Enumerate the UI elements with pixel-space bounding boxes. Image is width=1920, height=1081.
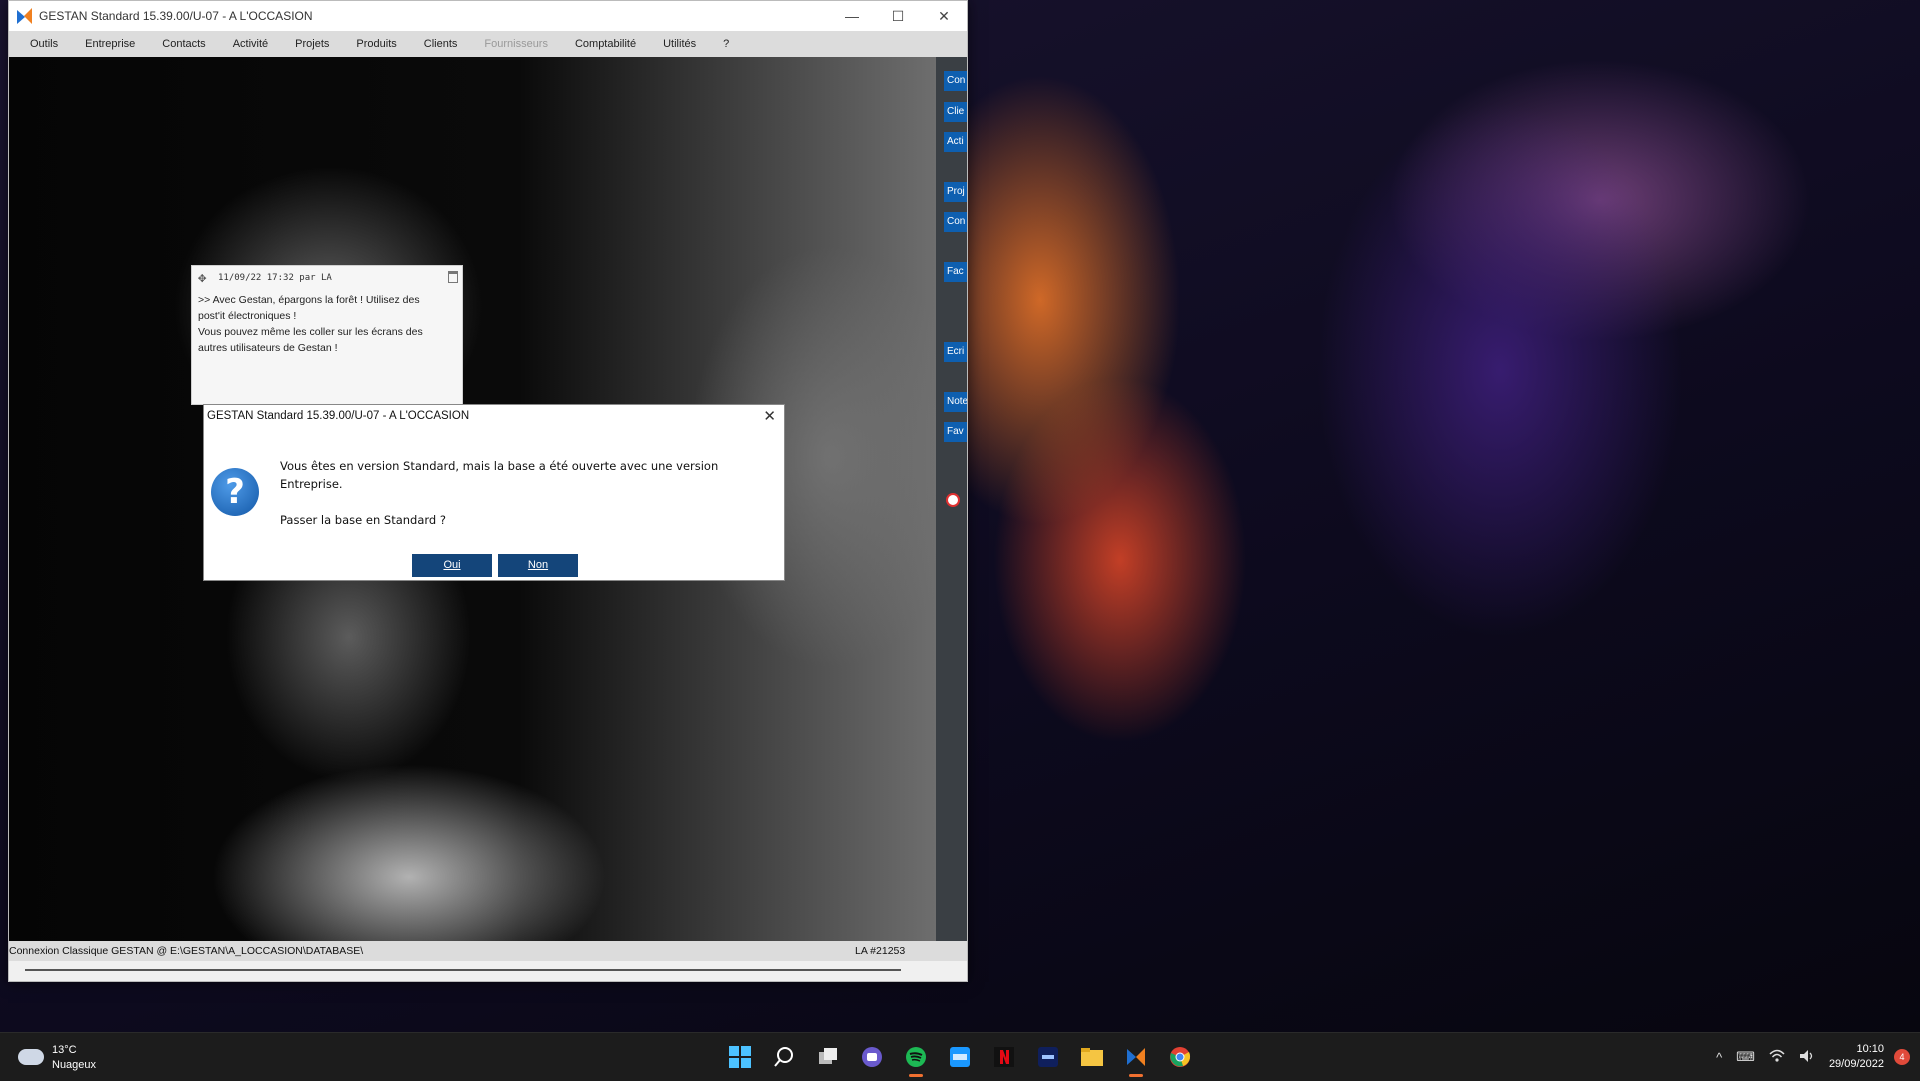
menu-outils[interactable]: Outils [17,38,72,50]
side-button-clients[interactable]: Clie [944,102,967,122]
weather-temp: 13°C [52,1044,77,1056]
note-date: 11/09/22 17:32 par LA [218,273,332,283]
keyboard-icon[interactable]: ⌨ [1736,1049,1755,1065]
dialog-question: Passer la base en Standard ? [280,513,446,527]
question-icon: ? [211,468,259,516]
chevron-up-icon[interactable]: ^ [1716,1050,1722,1065]
menu-contacts[interactable]: Contacts [149,38,219,50]
window-controls: — ☐ ✕ [829,1,967,31]
window-title: GESTAN Standard 15.39.00/U-07 - A L'OCCA… [39,9,313,23]
menu-clients[interactable]: Clients [411,38,472,50]
gestan-logo-icon [17,8,33,24]
close-window-button[interactable]: ✕ [921,1,967,31]
side-button-notes[interactable]: Note [944,392,967,412]
menu-help[interactable]: ? [710,38,743,50]
note-body: >> Avec Gestan, épargons la forêt ! Util… [192,290,462,358]
task-view-icon[interactable] [812,1041,844,1073]
note-line: Vous pouvez même les coller sur les écra… [198,326,423,338]
side-shortcut-panel: Con Clie Acti Proj Con Fac Ecri Note Fav [936,57,967,941]
maximize-button[interactable]: ☐ [875,1,921,31]
menu-activite[interactable]: Activité [220,38,282,50]
side-button-favoris[interactable]: Fav [944,422,967,442]
wifi-icon[interactable] [1769,1049,1785,1066]
clock-time: 10:10 [1856,1043,1884,1055]
spotify-icon[interactable] [900,1041,932,1077]
side-button-projets[interactable]: Proj [944,182,967,202]
cloud-icon [18,1049,44,1065]
netflix-icon[interactable] [988,1041,1020,1073]
menu-produits[interactable]: Produits [343,38,410,50]
trash-icon[interactable] [448,271,458,283]
system-tray: ^ ⌨ 10:10 29/09/2022 4 [1716,1033,1910,1081]
side-button-contacts[interactable]: Con [944,71,967,91]
weather-widget[interactable]: 13°C Nuageux [18,1043,96,1073]
note-header: ✥ 11/09/22 17:32 par LA [192,266,462,290]
note-line: >> Avec Gestan, épargons la forêt ! Util… [198,294,420,306]
menu-projets[interactable]: Projets [282,38,343,50]
side-button-commandes[interactable]: Con [944,212,967,232]
user-status: LA #21253 [855,945,906,957]
speaker-icon[interactable] [1799,1049,1815,1066]
dialog-title: GESTAN Standard 15.39.00/U-07 - A L'OCCA… [207,410,470,422]
status-bar: Connexion Classique GESTAN @ E:\GESTAN\A… [9,941,967,961]
file-explorer-icon[interactable] [1076,1041,1108,1073]
sticky-note[interactable]: ✥ 11/09/22 17:32 par LA >> Avec Gestan, … [191,265,463,405]
dialog-message: Vous êtes en version Standard, mais la b… [280,457,750,529]
gestan-window: GESTAN Standard 15.39.00/U-07 - A L'OCCA… [8,0,968,982]
menu-fournisseurs: Fournisseurs [484,38,548,50]
horizontal-scrollbar[interactable] [25,969,901,971]
power-icon[interactable] [946,493,960,507]
disney-plus-icon[interactable] [1032,1041,1064,1073]
note-line: post'it électroniques ! [198,310,297,322]
dialog-message-line: Entreprise. [280,477,343,491]
dialog-title-bar[interactable]: GESTAN Standard 15.39.00/U-07 - A L'OCCA… [204,405,784,427]
menu-comptabilite[interactable]: Comptabilité [562,38,650,50]
confirmation-dialog: GESTAN Standard 15.39.00/U-07 - A L'OCCA… [203,404,785,581]
side-button-activite[interactable]: Acti [944,132,967,152]
title-bar[interactable]: GESTAN Standard 15.39.00/U-07 - A L'OCCA… [9,1,967,31]
note-line: autres utilisateurs de Gestan ! [198,342,338,354]
prime-video-icon[interactable] [944,1041,976,1073]
minimize-button[interactable]: — [829,1,875,31]
menu-utilites[interactable]: Utilités [650,38,710,50]
dialog-close-icon[interactable]: ✕ [763,407,776,425]
dialog-message-line: Vous êtes en version Standard, mais la b… [280,459,719,473]
menu-entreprise[interactable]: Entreprise [72,38,149,50]
windows-start-icon[interactable] [724,1041,756,1073]
notification-badge[interactable]: 4 [1894,1049,1910,1065]
move-icon[interactable]: ✥ [198,271,212,285]
non-button[interactable]: Non [498,554,578,577]
side-button-ecritures[interactable]: Ecri [944,342,967,362]
search-icon[interactable] [768,1041,800,1073]
teams-chat-icon[interactable] [856,1041,888,1073]
menu-bar: Outils Entreprise Contacts Activité Proj… [9,31,967,57]
weather-desc: Nuageux [52,1059,97,1071]
clock-date: 29/09/2022 [1828,1058,1884,1070]
taskbar-apps [724,1041,1208,1077]
oui-button[interactable]: Oui [412,554,492,577]
gestan-taskbar-icon[interactable] [1120,1041,1152,1077]
taskbar: 13°C Nuageux ^ ⌨ 10:10 29/09/2022 4 [0,1032,1920,1081]
chrome-icon[interactable] [1164,1041,1196,1073]
side-button-factures[interactable]: Fac [944,262,967,282]
connection-status: Connexion Classique GESTAN @ E:\GESTAN\A… [9,945,364,957]
clock[interactable]: 10:10 29/09/2022 [1829,1042,1884,1072]
